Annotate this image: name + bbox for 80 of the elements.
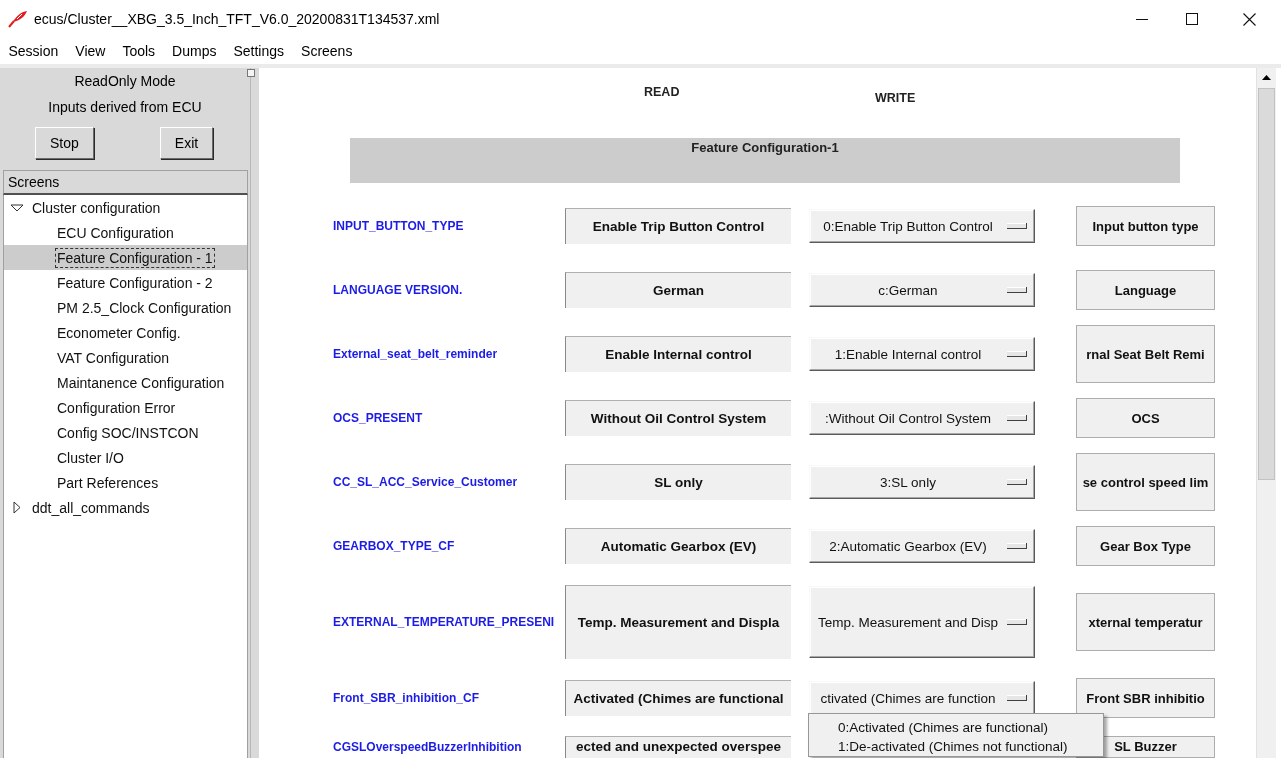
dropdown-indicator-icon bbox=[1007, 479, 1027, 485]
option-menu[interactable]: :Without Oil Control System bbox=[809, 401, 1035, 435]
section-header: Feature Configuration-1 bbox=[350, 138, 1180, 183]
dropdown-indicator-icon bbox=[1007, 223, 1027, 229]
write-button[interactable]: rnal Seat Belt Remi bbox=[1076, 325, 1215, 383]
parameter-label: GEARBOX_TYPE_CF bbox=[333, 539, 455, 553]
menu-item[interactable]: Tools bbox=[113, 39, 164, 63]
sash-handle[interactable] bbox=[247, 69, 255, 77]
tree-item[interactable]: Feature Configuration - 1 bbox=[4, 245, 247, 270]
tree-item[interactable]: Econometer Config. bbox=[4, 320, 247, 345]
dropdown-indicator-icon bbox=[1007, 543, 1027, 549]
parameter-label: CGSLOverspeedBuzzerInhibition bbox=[333, 740, 522, 754]
write-button[interactable]: Gear Box Type bbox=[1076, 526, 1215, 566]
tree-header: Screens bbox=[3, 170, 248, 195]
dropdown-indicator-icon bbox=[1007, 619, 1027, 625]
read-value-field: SL only bbox=[565, 464, 791, 500]
option-menu[interactable]: Temp. Measurement and Disp bbox=[809, 586, 1035, 658]
up-arrow-icon bbox=[1262, 74, 1271, 80]
tree-item[interactable]: Cluster configuration bbox=[4, 195, 247, 220]
option-menu[interactable]: 0:Enable Trip Button Control bbox=[809, 209, 1035, 243]
tree-item[interactable]: Configuration Error bbox=[4, 395, 247, 420]
tree-item[interactable]: PM 2.5_Clock Configuration bbox=[4, 295, 247, 320]
panel-button[interactable]: Exit bbox=[159, 127, 214, 159]
write-button[interactable]: Language bbox=[1076, 270, 1215, 310]
parameter-label: EXTERNAL_TEMPERATURE_PRESENI bbox=[333, 615, 555, 629]
dropdown-indicator-icon bbox=[1007, 695, 1027, 701]
tree-item[interactable]: Maintanence Configuration bbox=[4, 370, 247, 395]
option-menu[interactable]: c:German bbox=[809, 273, 1035, 307]
write-button[interactable]: Input button type bbox=[1076, 206, 1215, 246]
window-title: ecus/Cluster__XBG_3.5_Inch_TFT_V6.0_20200831T134537.xml bbox=[34, 11, 440, 27]
menu-item[interactable]: Settings bbox=[224, 39, 293, 63]
tree-item[interactable]: Config SOC/INSTCON bbox=[4, 420, 247, 445]
option-menu[interactable]: 1:Enable Internal control bbox=[809, 337, 1035, 371]
read-value-field: Without Oil Control System bbox=[565, 400, 791, 436]
dropdown-indicator-icon bbox=[1007, 415, 1027, 421]
write-button[interactable]: xternal temperatur bbox=[1076, 593, 1215, 651]
menu-option[interactable]: 0:Activated (Chimes are functional) bbox=[809, 718, 1103, 737]
tree-item[interactable]: Part References bbox=[4, 470, 247, 495]
option-menu[interactable]: 2:Automatic Gearbox (EV) bbox=[809, 529, 1035, 563]
read-value-field: German bbox=[565, 272, 791, 308]
tree-item[interactable]: ddt_all_commands bbox=[4, 495, 247, 520]
parameter-label: CC_SL_ACC_Service_Customer bbox=[333, 475, 518, 489]
read-value-field: Enable Trip Button Control bbox=[565, 208, 791, 244]
parameter-label: LANGUAGE VERSION. bbox=[333, 283, 463, 297]
feather-icon bbox=[8, 10, 28, 28]
menu-item[interactable]: View bbox=[66, 39, 114, 63]
parameter-label: OCS_PRESENT bbox=[333, 411, 423, 425]
read-value-field: Enable Internal control bbox=[565, 336, 791, 372]
expander-icon[interactable] bbox=[13, 501, 21, 514]
dropdown-indicator-icon bbox=[1007, 287, 1027, 293]
minimize-icon bbox=[1136, 18, 1148, 20]
tree-item[interactable]: ECU Configuration bbox=[4, 220, 247, 245]
dropdown-indicator-icon bbox=[1007, 351, 1027, 357]
scrollbar-thumb[interactable] bbox=[1258, 88, 1275, 480]
read-value-field: Temp. Measurement and Displa bbox=[565, 585, 791, 659]
panel-button[interactable]: Stop bbox=[35, 127, 94, 159]
status-label: Inputs derived from ECU bbox=[47, 98, 203, 117]
read-value-field: Activated (Chimes are functional bbox=[565, 680, 791, 716]
read-value-field: Automatic Gearbox (EV) bbox=[565, 528, 791, 564]
parameter-label: INPUT_BUTTON_TYPE bbox=[333, 219, 464, 233]
tree-item[interactable]: Cluster I/O bbox=[4, 445, 247, 470]
close-icon bbox=[1242, 12, 1256, 26]
tree-item[interactable]: VAT Configuration bbox=[4, 345, 247, 370]
menu-item[interactable]: Session bbox=[0, 39, 67, 63]
column-heading: WRITE bbox=[875, 91, 916, 105]
maximize-icon bbox=[1186, 13, 1198, 25]
mode-label: ReadOnly Mode bbox=[73, 72, 177, 91]
menu-item[interactable]: Dumps bbox=[163, 39, 225, 63]
expander-icon[interactable] bbox=[10, 203, 24, 212]
write-button[interactable]: Front SBR inhibitio bbox=[1076, 678, 1215, 718]
option-menu[interactable]: 3:SL only bbox=[809, 465, 1035, 499]
write-button[interactable]: OCS bbox=[1076, 398, 1215, 438]
menu-item[interactable]: Screens bbox=[292, 39, 361, 63]
read-value-field: ected and unexpected overspee bbox=[565, 736, 791, 758]
tree-item[interactable]: Feature Configuration - 2 bbox=[4, 270, 247, 295]
option-menu[interactable]: ctivated (Chimes are function bbox=[809, 681, 1035, 715]
parameter-label: Front_SBR_inhibition_CF bbox=[333, 691, 479, 705]
column-heading: READ bbox=[644, 85, 680, 99]
write-button[interactable]: se control speed lim bbox=[1076, 453, 1215, 511]
parameter-label: External_seat_belt_reminder bbox=[333, 347, 498, 361]
